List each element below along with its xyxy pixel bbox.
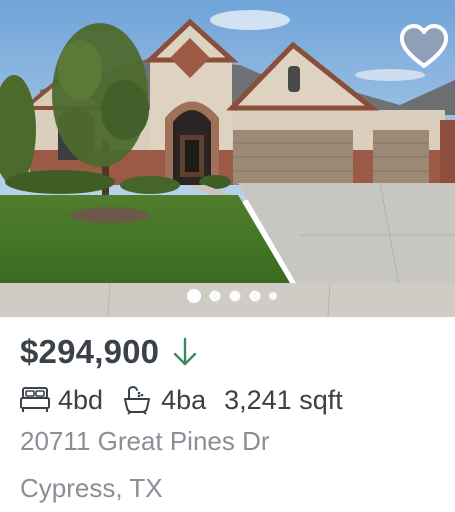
carousel-dot[interactable] — [269, 292, 277, 300]
address-street[interactable]: 20711 Great Pines Dr — [20, 426, 270, 457]
heart-icon — [399, 24, 449, 68]
carousel-dot-active[interactable] — [187, 289, 201, 303]
price-row: $294,900 — [20, 330, 199, 374]
address-city-state[interactable]: Cypress, TX — [20, 473, 163, 504]
listing-price: $294,900 — [20, 333, 160, 370]
beds-count: 4bd — [58, 384, 104, 415]
square-footage: 3,241 sqft — [224, 384, 343, 415]
arrow-down-icon — [174, 337, 197, 366]
carousel-dot[interactable] — [249, 290, 261, 302]
listing-card[interactable]: $294,900 4bd 4ba 3,241 sqft 20711 Great … — [0, 0, 455, 512]
carousel-dot[interactable] — [209, 290, 221, 302]
carousel-indicator[interactable] — [0, 288, 455, 304]
baths-fact: 4ba — [121, 385, 206, 416]
property-facts: 4bd 4ba 3,241 sqft — [20, 380, 361, 420]
carousel-dot[interactable] — [229, 290, 241, 302]
baths-count: 4ba — [161, 384, 207, 415]
favorite-button[interactable] — [397, 22, 451, 72]
bathtub-icon — [124, 385, 151, 415]
house-photo[interactable] — [0, 0, 455, 317]
bed-icon — [20, 387, 50, 412]
beds-fact: 4bd — [20, 385, 103, 416]
sqft-fact: 3,241 sqft — [224, 385, 343, 416]
